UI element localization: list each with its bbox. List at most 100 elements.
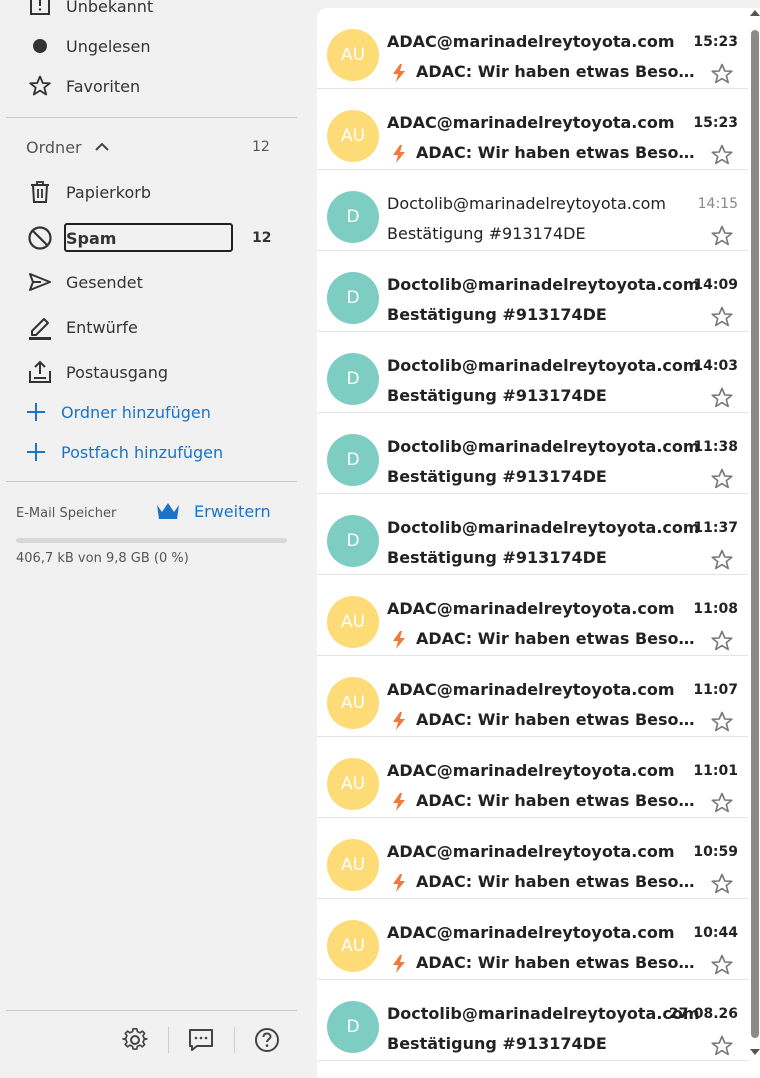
star-icon[interactable]: [710, 305, 734, 329]
mail-subject: Bestätigung #913174DE: [387, 305, 607, 324]
divider: [6, 117, 297, 118]
mail-time: 11:38: [693, 439, 738, 455]
mail-time: 15:23: [693, 34, 738, 50]
mail-row[interactable]: AU ADAC@marinadelreytoyota.com 11:01 ADAC: …: [317, 737, 748, 818]
mail-time: 14:03: [693, 358, 738, 374]
mail-subject: Bestätigung #913174DE: [387, 1034, 607, 1053]
mail-subject: ADAC: Wir haben etwas Besonderes für Sie: [416, 791, 700, 810]
mail-time: 11:07: [693, 682, 738, 698]
separator: [234, 1027, 235, 1053]
bolt-icon: [392, 874, 406, 892]
crown-icon: [155, 500, 181, 522]
star-icon[interactable]: [710, 548, 734, 572]
mail-subject: Bestätigung #913174DE: [387, 548, 607, 567]
mail-subject: Bestätigung #913174DE: [387, 386, 607, 405]
mail-sender: Doctolib@marinadelreytoyota.com: [387, 518, 700, 537]
avatar: AU: [327, 110, 379, 162]
add-mailbox-label: Postfach hinzufügen: [61, 442, 224, 462]
sidebar-item-outbox[interactable]: Postausgang: [0, 352, 300, 392]
bolt-icon: [392, 793, 406, 811]
mail-time: 10:44: [693, 925, 738, 941]
avatar: D: [327, 434, 379, 486]
scroll-down-icon[interactable]: [750, 1049, 760, 1055]
spam-count: 12: [252, 230, 272, 246]
star-icon[interactable]: [710, 872, 734, 896]
mail-row[interactable]: D Doctolib@marinadelreytoyota.com 27.08.26…: [317, 980, 748, 1061]
sidebar-item-drafts[interactable]: Entwürfe: [0, 307, 300, 347]
mail-time: 11:37: [693, 520, 738, 536]
star-icon[interactable]: [710, 710, 734, 734]
star-icon[interactable]: [710, 629, 734, 653]
unknown-icon: [26, 0, 54, 20]
star-icon: [26, 72, 54, 100]
divider: [6, 481, 297, 482]
mail-row[interactable]: D Doctolib@marinadelreytoyota.com 11:38 Bes…: [317, 413, 748, 494]
mail-row[interactable]: AU ADAC@marinadelreytoyota.com 10:44 ADAC: …: [317, 899, 748, 980]
feedback-icon[interactable]: [187, 1026, 215, 1054]
sidebar-item-label: Spam: [66, 228, 117, 248]
sidebar-item-label: Papierkorb: [66, 182, 151, 202]
avatar: D: [327, 353, 379, 405]
star-icon[interactable]: [710, 1034, 734, 1058]
mail-subject: Bestätigung #913174DE: [387, 467, 607, 486]
mail-row[interactable]: AU ADAC@marinadelreytoyota.com 11:07 ADAC: …: [317, 656, 748, 737]
upgrade-button[interactable]: Erweitern: [155, 500, 271, 522]
mail-row[interactable]: D Doctolib@marinadelreytoyota.com 14:09 Bes…: [317, 251, 748, 332]
sidebar-item-label: Ungelesen: [66, 36, 151, 56]
mail-subject: ADAC: Wir haben etwas Besonderes für Sie: [416, 143, 700, 162]
scroll-up-icon[interactable]: [750, 10, 760, 16]
mail-subject: ADAC: Wir haben etwas Besonderes für Sie: [416, 629, 700, 648]
mail-sender: ADAC@marinadelreytoyota.com: [387, 599, 675, 618]
divider: [6, 1010, 297, 1011]
mail-subject: ADAC: Wir haben etwas Besonderes für Sie: [416, 953, 700, 972]
avatar: AU: [327, 29, 379, 81]
mail-row[interactable]: AU ADAC@marinadelreytoyota.com 11:08 ADAC: …: [317, 575, 748, 656]
block-icon: [26, 224, 54, 252]
star-icon[interactable]: [710, 791, 734, 815]
sidebar-item-unread[interactable]: Ungelesen: [0, 26, 300, 66]
star-icon[interactable]: [710, 467, 734, 491]
settings-icon[interactable]: [121, 1026, 149, 1054]
mail-sender: ADAC@marinadelreytoyota.com: [387, 842, 675, 861]
avatar: D: [327, 1001, 379, 1053]
mail-time: 11:01: [693, 763, 738, 779]
star-icon[interactable]: [710, 62, 734, 86]
star-icon[interactable]: [710, 386, 734, 410]
mail-subject: ADAC: Wir haben etwas Besonderes für Sie: [416, 872, 700, 891]
storage-usage: 406,7 kB von 9,8 GB (0 %): [16, 551, 189, 566]
star-icon[interactable]: [710, 953, 734, 977]
mail-row[interactable]: D Doctolib@marinadelreytoyota.com 14:15 Bes…: [317, 170, 748, 251]
sidebar: Unbekannt Ungelesen Favoriten Ordner 12: [0, 0, 310, 1078]
sidebar-item-sent[interactable]: Gesendet: [0, 262, 300, 302]
mail-time: 10:59: [693, 844, 738, 860]
mail-sender: ADAC@marinadelreytoyota.com: [387, 32, 675, 51]
mail-row[interactable]: D Doctolib@marinadelreytoyota.com 11:37 Bes…: [317, 494, 748, 575]
avatar: D: [327, 191, 379, 243]
mail-sender: Doctolib@marinadelreytoyota.com: [387, 275, 700, 294]
mail-time: 15:23: [693, 115, 738, 131]
help-icon[interactable]: [253, 1026, 281, 1054]
plus-icon: [26, 402, 46, 422]
mail-sender: ADAC@marinadelreytoyota.com: [387, 113, 675, 132]
folders-count: 12: [252, 139, 270, 155]
sidebar-item-spam[interactable]: Spam 12: [0, 218, 300, 258]
folders-toggle[interactable]: Ordner: [26, 136, 110, 158]
scrollbar-thumb[interactable]: [751, 30, 759, 1038]
mail-row[interactable]: D Doctolib@marinadelreytoyota.com 14:03 Bes…: [317, 332, 748, 413]
mail-subject: Bestätigung #913174DE: [387, 224, 586, 243]
outbox-icon: [26, 358, 54, 386]
mail-row[interactable]: AU ADAC@marinadelreytoyota.com 10:59 ADAC: …: [317, 818, 748, 899]
sidebar-item-unknown[interactable]: Unbekannt: [0, 0, 300, 26]
star-icon[interactable]: [710, 224, 734, 248]
mail-time: 14:09: [693, 277, 738, 293]
add-folder-button[interactable]: Ordner hinzufügen: [26, 397, 211, 427]
sidebar-item-favorites[interactable]: Favoriten: [0, 66, 300, 106]
mail-row[interactable]: AU ADAC@marinadelreytoyota.com 15:23 ADAC: …: [317, 8, 748, 89]
add-mailbox-button[interactable]: Postfach hinzufügen: [26, 437, 223, 467]
star-icon[interactable]: [710, 143, 734, 167]
upgrade-label: Erweitern: [194, 501, 271, 521]
plus-icon: [26, 442, 46, 462]
mail-subject: ADAC: Wir haben etwas Besonderes für Sie: [416, 710, 700, 729]
sidebar-item-trash[interactable]: Papierkorb: [0, 172, 300, 212]
mail-row[interactable]: AU ADAC@marinadelreytoyota.com 15:23 ADAC: …: [317, 89, 748, 170]
